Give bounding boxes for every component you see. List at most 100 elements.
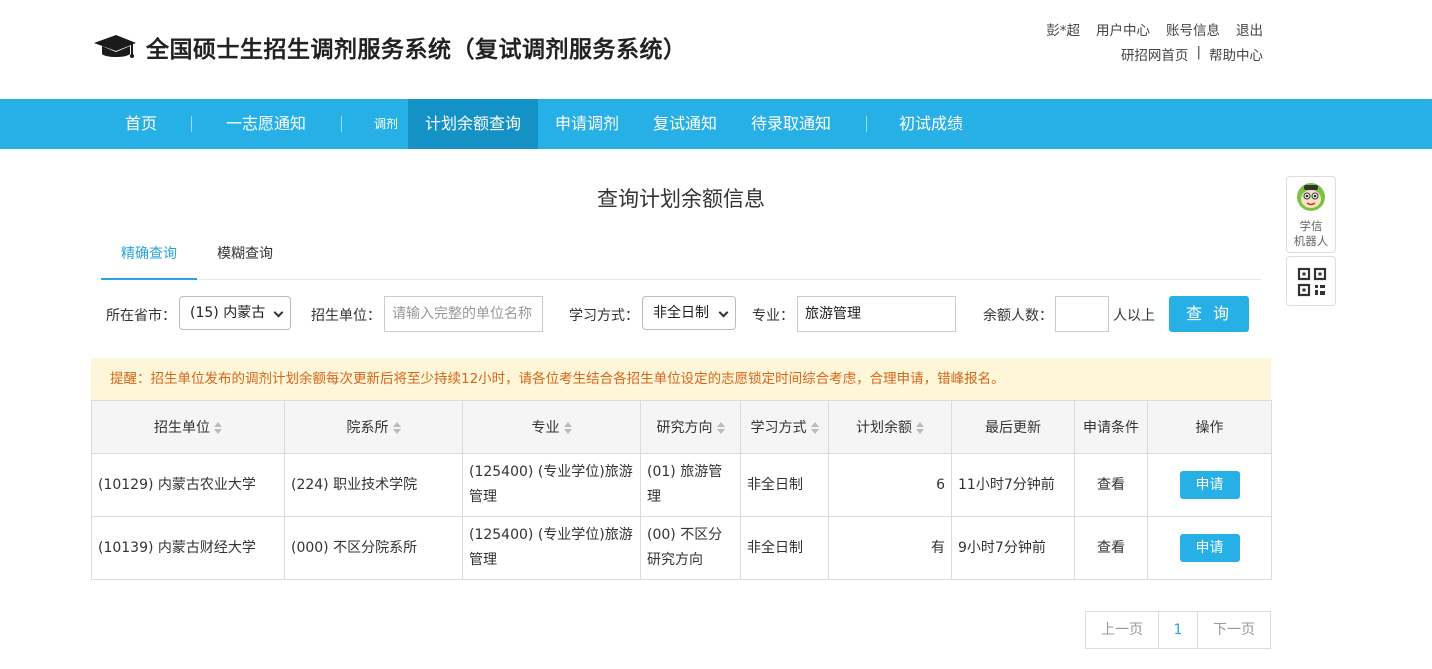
apply-button[interactable]: 申请	[1179, 534, 1240, 562]
study-mode-label: 学习方式：	[569, 308, 639, 324]
unit-link[interactable]: (10139) 内蒙古财经大学	[91, 516, 285, 580]
chevron-down-icon	[718, 307, 729, 318]
query-button[interactable]: 查 询	[1169, 296, 1249, 332]
col-header-label: 招生单位	[154, 420, 210, 436]
prev-page-button[interactable]: 上一页	[1086, 612, 1159, 648]
col-header-direction[interactable]: 研究方向	[640, 400, 741, 454]
user-center-link[interactable]: 用户中心	[1096, 19, 1150, 39]
remain-cell: 6	[828, 453, 952, 517]
col-header-major[interactable]: 专业	[462, 400, 641, 454]
tab-exact-query[interactable]: 精确查询	[101, 235, 197, 280]
user-links: 彭*超 用户中心 账号信息 退出	[1046, 19, 1263, 39]
nav-plan-balance-query[interactable]: 计划余额查询	[408, 99, 538, 149]
sort-icon	[810, 422, 819, 434]
col-header-action: 操作	[1147, 400, 1272, 454]
graduation-cap-icon	[94, 35, 136, 58]
nav-first-choice-notice[interactable]: 一志愿通知	[212, 99, 320, 149]
col-header-label: 计划余额	[856, 420, 912, 436]
query-tabs: 精确查询 模糊查询	[101, 235, 1261, 280]
col-header-remain[interactable]: 计划余额	[828, 400, 952, 454]
remain-suffix: 人以上	[1113, 308, 1155, 324]
view-condition-link[interactable]: 查看	[1074, 516, 1148, 580]
province-label: 所在省市：	[106, 308, 176, 324]
province-select-value: (15) 内蒙古	[190, 305, 266, 321]
apply-button[interactable]: 申请	[1179, 471, 1240, 499]
sort-icon	[915, 422, 924, 434]
action-cell: 申请	[1147, 516, 1272, 580]
col-header-unit[interactable]: 招生单位	[91, 400, 285, 454]
help-links: 研招网首页 | 帮助中心	[1121, 44, 1263, 64]
nav-pending-admission[interactable]: 待录取通知	[742, 99, 840, 149]
mode-cell: 非全日制	[740, 453, 829, 517]
tab-fuzzy-query[interactable]: 模糊查询	[205, 235, 285, 280]
yanzhao-home-link[interactable]: 研招网首页	[1121, 44, 1189, 64]
xuexin-robot-button[interactable]: 学信 机器人	[1286, 176, 1336, 253]
page-title: 查询计划余额信息	[597, 187, 765, 211]
page-number-button[interactable]: 1	[1159, 612, 1198, 648]
user-name-link[interactable]: 彭*超	[1046, 19, 1080, 39]
major-label: 专业：	[752, 308, 794, 324]
sort-icon	[716, 422, 725, 434]
main-nav: 首页 一志愿通知 调剂 计划余额查询 申请调剂 复试通知 待录取通知 初试成绩	[0, 99, 1432, 149]
province-select[interactable]: (15) 内蒙古	[179, 296, 291, 330]
unit-link[interactable]: (10129) 内蒙古农业大学	[91, 453, 285, 517]
action-cell: 申请	[1147, 453, 1272, 517]
col-header-label: 专业	[531, 420, 560, 436]
updated-cell: 11小时7分钟前	[951, 453, 1075, 517]
sort-icon	[563, 422, 572, 434]
robot-label-2: 机器人	[1293, 234, 1329, 248]
dept-cell: (000) 不区分院系所	[284, 516, 463, 580]
mode-cell: 非全日制	[740, 516, 829, 580]
next-page-button[interactable]: 下一页	[1198, 612, 1270, 648]
col-header-mode[interactable]: 学习方式	[740, 400, 829, 454]
notice-banner: 提醒：招生单位发布的调剂计划余额每次更新后将至少持续12小时，请各位考生结合各招…	[91, 358, 1271, 400]
remain-count-input[interactable]	[1055, 296, 1109, 332]
major-cell: (125400) (专业学位)旅游管理	[462, 516, 641, 580]
robot-label-1: 学信	[1299, 219, 1323, 233]
nav-retest-notice[interactable]: 复试通知	[644, 99, 726, 149]
pagination: 上一页 1 下一页	[1085, 611, 1271, 649]
study-mode-select-value: 非全日制	[653, 305, 709, 321]
direction-cell: (00) 不区分研究方向	[640, 516, 741, 580]
col-header-label: 院系所	[346, 420, 389, 436]
remain-cell: 有	[828, 516, 952, 580]
sort-icon	[213, 422, 222, 434]
nav-apply-adjust[interactable]: 申请调剂	[546, 99, 628, 149]
unit-label: 招生单位：	[311, 308, 381, 324]
sort-icon	[392, 422, 401, 434]
robot-icon	[1297, 183, 1325, 211]
table-row: (10139) 内蒙古财经大学 (000) 不区分院系所 (125400) (专…	[91, 516, 1272, 580]
table-row: (10129) 内蒙古农业大学 (224) 职业技术学院 (125400) (专…	[91, 453, 1272, 517]
direction-cell: (01) 旅游管理	[640, 453, 741, 517]
table-header-row: 招生单位 院系所 专业 研究方向 学习方式 计划余额 最后更新 申请条件 操作	[91, 400, 1272, 454]
nav-separator	[191, 116, 192, 132]
view-condition-link[interactable]: 查看	[1074, 453, 1148, 517]
updated-cell: 9小时7分钟前	[951, 516, 1075, 580]
qr-code-button[interactable]	[1286, 256, 1336, 306]
chevron-down-icon	[273, 307, 284, 318]
header: 全国硕士生招生调剂服务系统（复试调剂服务系统） 彭*超 用户中心 账号信息 退出…	[0, 0, 1432, 99]
major-input[interactable]: 旅游管理	[797, 296, 956, 332]
plan-balance-table: 招生单位 院系所 专业 研究方向 学习方式 计划余额 最后更新 申请条件 操作 …	[91, 400, 1272, 580]
nav-separator	[866, 116, 867, 132]
study-mode-select[interactable]: 非全日制	[642, 296, 736, 330]
col-header-updated: 最后更新	[951, 400, 1075, 454]
unit-input[interactable]: 请输入完整的单位名称	[384, 296, 543, 332]
remain-label: 余额人数：	[983, 308, 1053, 324]
nav-home[interactable]: 首页	[108, 99, 174, 149]
nav-separator	[341, 116, 342, 132]
col-header-condition: 申请条件	[1074, 400, 1148, 454]
col-header-label: 研究方向	[656, 420, 713, 436]
dept-cell: (224) 职业技术学院	[284, 453, 463, 517]
account-info-link[interactable]: 账号信息	[1166, 19, 1220, 39]
nav-adjust-label: 调剂	[374, 117, 399, 131]
col-header-label: 学习方式	[750, 420, 807, 436]
logo[interactable]: 全国硕士生招生调剂服务系统（复试调剂服务系统）	[92, 30, 687, 64]
logout-link[interactable]: 退出	[1236, 19, 1263, 39]
col-header-dept[interactable]: 院系所	[284, 400, 463, 454]
site-title: 全国硕士生招生调剂服务系统（复试调剂服务系统）	[146, 37, 687, 63]
help-center-link[interactable]: 帮助中心	[1209, 44, 1263, 64]
nav-initial-score[interactable]: 初试成绩	[890, 99, 972, 149]
qr-code-icon	[1297, 267, 1327, 297]
help-links-separator: |	[1196, 44, 1201, 60]
